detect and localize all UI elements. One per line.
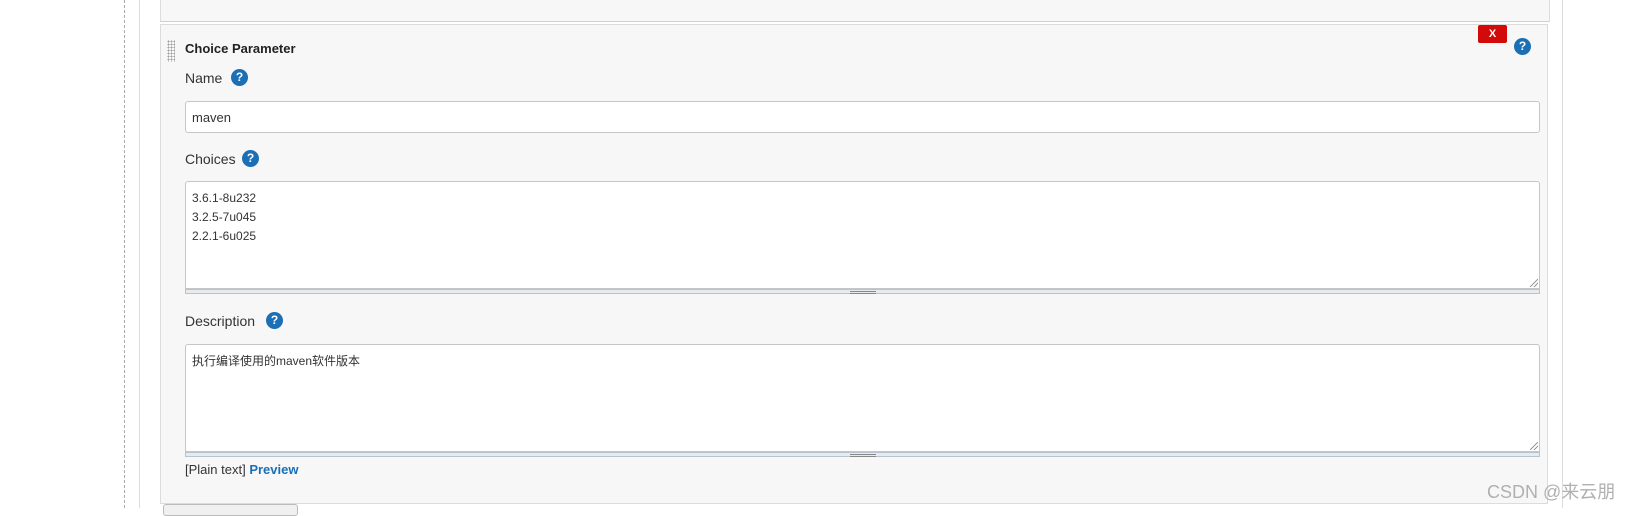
previous-parameter-block xyxy=(160,0,1550,22)
dashed-guide-line xyxy=(124,0,125,508)
name-help-icon[interactable]: ? xyxy=(231,69,248,86)
choices-label: Choices xyxy=(185,151,236,167)
outer-border-right xyxy=(1562,0,1563,508)
delete-parameter-button[interactable]: X xyxy=(1478,25,1507,43)
description-help-icon[interactable]: ? xyxy=(266,312,283,329)
preview-link[interactable]: Preview xyxy=(249,462,298,477)
drag-handle-icon[interactable] xyxy=(167,40,175,62)
add-parameter-button[interactable] xyxy=(163,504,298,516)
outer-border-left xyxy=(139,0,140,508)
name-label: Name xyxy=(185,70,223,86)
description-textarea[interactable]: 执行编译使用的maven软件版本 xyxy=(185,344,1540,452)
choices-resize-handle[interactable] xyxy=(185,289,1540,294)
description-resize-handle[interactable] xyxy=(185,452,1540,457)
help-icon[interactable]: ? xyxy=(1514,38,1531,55)
choices-textarea[interactable]: 3.6.1-8u232 3.2.5-7u045 2.2.1-6u025 xyxy=(185,181,1540,289)
section-title: Choice Parameter xyxy=(185,41,296,56)
choices-help-icon[interactable]: ? xyxy=(242,150,259,167)
watermark: CSDN @来云朋 xyxy=(1487,482,1616,502)
resize-corner-icon[interactable] xyxy=(1530,279,1538,287)
description-format-line: [Plain text] Preview xyxy=(185,462,298,477)
resize-corner-icon[interactable] xyxy=(1530,442,1538,450)
name-input[interactable] xyxy=(185,101,1540,133)
plain-text-label: [Plain text] xyxy=(185,462,246,477)
description-label: Description xyxy=(185,313,256,329)
